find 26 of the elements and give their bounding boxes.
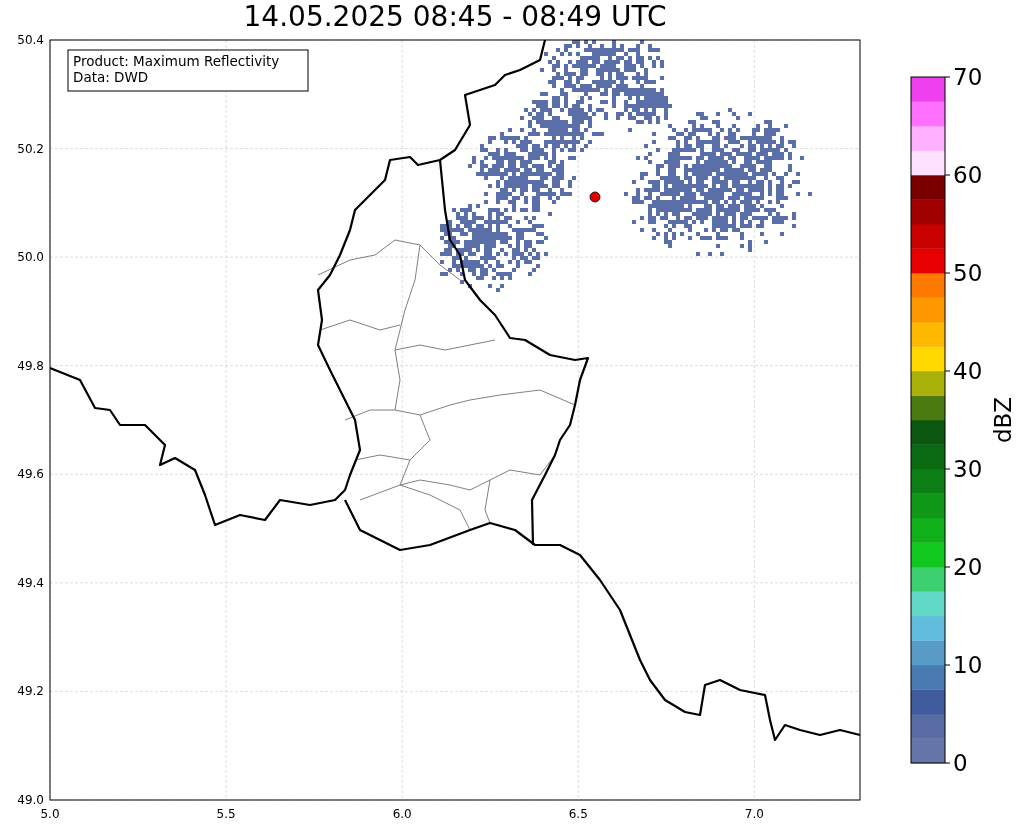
y-tick-label: 49.8: [17, 358, 44, 373]
y-tick-label: 50.0: [17, 250, 44, 265]
colorbar-tick-label: 20: [953, 554, 983, 580]
y-tick-label: 50.4: [17, 33, 44, 47]
colorbar-label: dBZ: [990, 396, 1016, 444]
x-tick-label: 5.5: [216, 807, 236, 821]
info-text: Data: DWD: [73, 69, 149, 85]
radar-site-marker: [589, 191, 601, 203]
colorbar-tick-label: 60: [953, 162, 983, 188]
info-text: Product: Maximum Reflectivity: [73, 53, 280, 69]
colorbar-tick-label: 30: [953, 456, 983, 482]
y-tick-label: 49.0: [17, 793, 44, 807]
map-title: 14.05.2025 08:45 - 08:49 UTC: [242, 0, 668, 30]
y-tick-label: 50.2: [17, 141, 44, 156]
x-tick-label: 7.0: [744, 807, 764, 821]
x-tick-label: 6.5: [568, 807, 588, 821]
x-tick-label: 5.0: [40, 807, 60, 821]
y-tick-label: 49.6: [17, 467, 44, 482]
colorbar-tick-label: 70: [953, 64, 983, 90]
colorbar-tick-label: 40: [953, 358, 983, 384]
y-tick-label: 49.4: [17, 575, 44, 590]
x-tick-label: 6.0: [392, 807, 412, 821]
colorbar-tick-label: 50: [953, 260, 983, 286]
colorbar-tick-label: 10: [953, 652, 983, 678]
y-tick-label: 49.2: [17, 684, 44, 699]
colorbar-tick-label: 0: [953, 750, 968, 776]
